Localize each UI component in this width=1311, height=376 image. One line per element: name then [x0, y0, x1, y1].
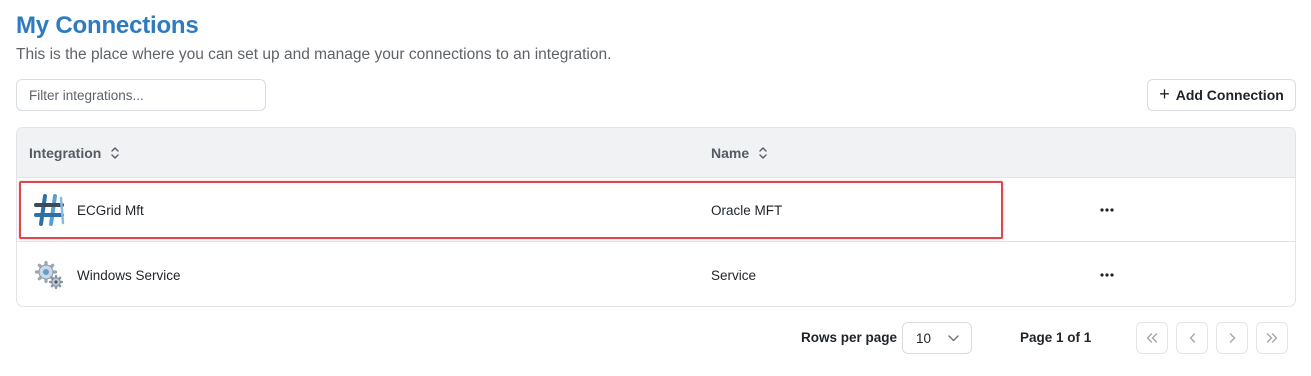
double-chevron-right-icon — [1266, 333, 1278, 343]
integration-name: Windows Service — [77, 267, 181, 283]
integration-name: ECGrid Mft — [77, 202, 144, 218]
chevron-left-icon — [1189, 333, 1195, 343]
column-header-name[interactable]: Name — [711, 128, 768, 178]
table-row[interactable]: Windows Service Service — [17, 243, 1295, 306]
chevron-right-icon — [1229, 333, 1235, 343]
sort-icon — [111, 147, 120, 159]
filter-integrations-input[interactable] — [16, 79, 266, 111]
page-subtitle: This is the place where you can set up a… — [16, 46, 612, 63]
more-actions-icon[interactable] — [1095, 263, 1119, 287]
next-page-button[interactable] — [1216, 322, 1248, 354]
sort-icon — [759, 147, 767, 159]
windows-service-gear-icon — [33, 257, 65, 293]
table-row[interactable]: ECGrid Mft Oracle MFT — [17, 178, 1295, 242]
page-title: My Connections — [16, 12, 199, 39]
add-connection-label: Add Connection — [1175, 87, 1284, 103]
double-chevron-left-icon — [1146, 333, 1158, 343]
page-info: Page 1 of 1 — [1020, 330, 1092, 345]
previous-page-button[interactable] — [1176, 322, 1208, 354]
connections-table: Integration Name ECGrid Mft Oracle MFT W… — [16, 127, 1296, 307]
plus-icon: + — [1159, 84, 1170, 104]
column-header-label: Integration — [29, 145, 102, 161]
ecgrid-logo-icon — [33, 192, 65, 228]
add-connection-button[interactable]: + Add Connection — [1147, 79, 1296, 111]
more-actions-icon[interactable] — [1095, 198, 1119, 222]
last-page-button[interactable] — [1256, 322, 1288, 354]
column-header-label: Name — [711, 145, 750, 161]
rows-per-page-value: 10 — [916, 330, 932, 346]
column-header-integration[interactable]: Integration — [29, 128, 120, 178]
connection-name: Service — [711, 267, 757, 283]
table-header: Integration Name — [17, 128, 1295, 178]
rows-per-page-select[interactable]: 10 — [902, 322, 972, 354]
first-page-button[interactable] — [1136, 322, 1168, 354]
connection-name: Oracle MFT — [711, 202, 783, 218]
chevron-down-icon — [948, 334, 959, 341]
rows-per-page-label: Rows per page — [801, 330, 898, 345]
